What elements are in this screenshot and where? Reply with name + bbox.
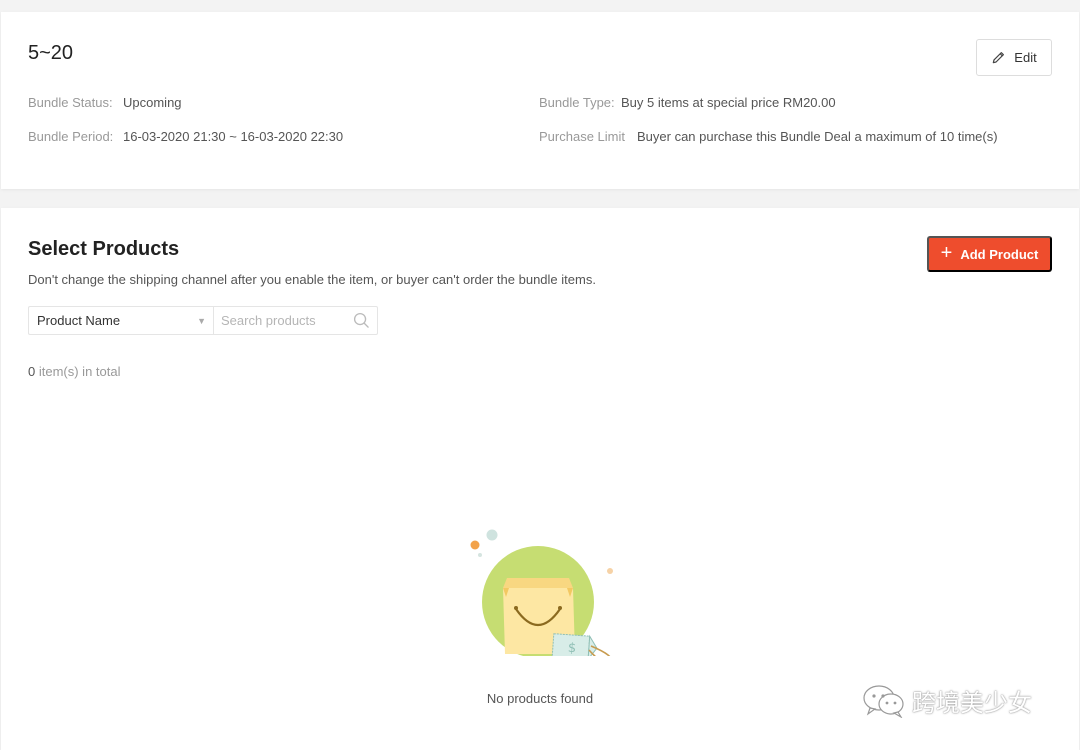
section-title: Select Products	[28, 238, 180, 260]
search-box	[213, 306, 378, 335]
bundle-status-row: Bundle Status: Upcoming	[28, 95, 182, 110]
watermark-text: 跨境美少女	[912, 689, 1032, 717]
select-products-card: Select Products Don't change the shippin…	[1, 208, 1079, 750]
total-count-suffix: item(s) in total	[35, 364, 121, 379]
search-icon[interactable]	[353, 312, 370, 329]
caret-down-icon: ▼	[197, 315, 206, 326]
search-field-select[interactable]: Product Name ▼	[28, 306, 214, 335]
bundle-status-label: Bundle Status:	[28, 95, 113, 110]
pencil-icon	[993, 52, 1005, 64]
bundle-type-label: Bundle Type:	[539, 95, 615, 110]
shipping-hint: Don't change the shipping channel after …	[28, 272, 596, 287]
total-count: 0 item(s) in total	[28, 364, 120, 379]
search-field-selected: Product Name	[37, 313, 121, 328]
bundle-period-label: Bundle Period:	[28, 129, 114, 144]
shopping-bag-illustration: $	[470, 529, 613, 656]
purchase-limit-row: Purchase Limit Buyer can purchase this B…	[539, 129, 998, 144]
edit-button-label: Edit	[1014, 50, 1037, 65]
bundle-title: 5~20	[28, 42, 74, 64]
svg-text:$: $	[567, 641, 576, 656]
purchase-limit-label: Purchase Limit	[539, 129, 625, 144]
bundle-type-row: Bundle Type: Buy 5 items at special pric…	[539, 95, 836, 110]
bundle-period-row: Bundle Period: 16-03-2020 21:30 ~ 16-03-…	[28, 129, 343, 144]
bundle-type-value: Buy 5 items at special price RM20.00	[621, 95, 836, 110]
bundle-period-value: 16-03-2020 21:30 ~ 16-03-2020 22:30	[123, 129, 344, 144]
plus-icon: +	[940, 242, 953, 264]
edit-button[interactable]: Edit	[976, 39, 1052, 76]
bundle-status-value: Upcoming	[123, 95, 182, 110]
search-input[interactable]	[221, 313, 349, 328]
add-product-button[interactable]: + Add Product	[927, 236, 1052, 272]
watermark: 跨境美少女	[862, 683, 1032, 718]
add-product-label: Add Product	[960, 246, 1039, 262]
bundle-info-card: 5~20 Edit Bundle Status: Upcoming Bundle…	[1, 12, 1079, 189]
purchase-limit-value: Buyer can purchase this Bundle Deal a ma…	[637, 129, 998, 144]
wechat-icon	[863, 684, 904, 718]
